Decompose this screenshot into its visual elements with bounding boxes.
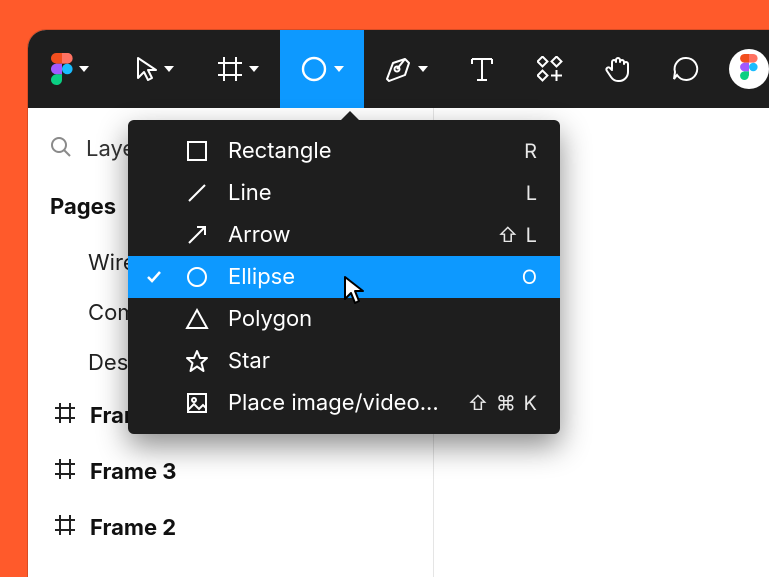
menu-label: Rectangle: [228, 138, 508, 164]
frame-icon: [54, 402, 76, 430]
rectangle-icon: [182, 139, 212, 163]
figma-logo-icon: [51, 53, 73, 85]
menu-item-polygon[interactable]: Polygon: [128, 298, 560, 340]
star-icon: [182, 349, 212, 373]
menu-shortcut: O: [522, 265, 538, 289]
menu-item-arrow[interactable]: Arrow ⇧ L: [128, 214, 560, 256]
check-icon: [142, 268, 166, 286]
menu-shortcut: R: [524, 139, 538, 163]
pen-icon: [384, 56, 412, 82]
ellipse-icon: [182, 265, 212, 289]
shape-tool-button[interactable]: [280, 30, 364, 108]
frame-icon: [217, 56, 243, 82]
hand-icon: [604, 55, 632, 83]
frame-tool-button[interactable]: [196, 30, 280, 108]
chevron-down-icon: [249, 66, 259, 72]
menu-label: Ellipse: [228, 264, 506, 290]
layer-label: Frame 3: [90, 459, 177, 485]
chevron-down-icon: [79, 66, 89, 72]
layer-item[interactable]: Frame 3: [28, 444, 433, 500]
text-icon: [470, 56, 494, 82]
layer-label: Frame 2: [90, 515, 176, 541]
pen-tool-button[interactable]: [364, 30, 448, 108]
hand-tool-button[interactable]: [584, 30, 652, 108]
menu-shortcut: ⇧ L: [497, 223, 538, 247]
cursor-icon: [134, 56, 158, 82]
menu-label: Arrow: [228, 222, 481, 248]
comment-tool-button[interactable]: [652, 30, 720, 108]
polygon-icon: [182, 307, 212, 331]
search-icon: [50, 136, 72, 162]
menu-label: Polygon: [228, 306, 522, 332]
image-icon: [182, 391, 212, 415]
menu-item-ellipse[interactable]: Ellipse O: [128, 256, 560, 298]
menu-shortcut: L: [526, 181, 538, 205]
chevron-down-icon: [164, 66, 174, 72]
resources-icon: [537, 56, 563, 82]
layer-item[interactable]: Frame 2: [28, 500, 433, 556]
user-avatar[interactable]: [729, 49, 769, 89]
chevron-down-icon: [334, 66, 344, 72]
arrow-icon: [182, 223, 212, 247]
chevron-down-icon: [418, 66, 428, 72]
top-toolbar: [28, 30, 769, 108]
menu-label: Place image/video...: [228, 390, 452, 416]
figma-logo-icon: [740, 54, 758, 84]
menu-label: Star: [228, 348, 522, 374]
menu-item-rectangle[interactable]: Rectangle R: [128, 130, 560, 172]
ellipse-icon: [300, 55, 328, 83]
menu-item-star[interactable]: Star: [128, 340, 560, 382]
text-tool-button[interactable]: [448, 30, 516, 108]
frame-icon: [54, 458, 76, 486]
frame-icon: [54, 514, 76, 542]
comment-icon: [672, 55, 700, 83]
move-tool-button[interactable]: [112, 30, 196, 108]
resources-tool-button[interactable]: [516, 30, 584, 108]
menu-label: Line: [228, 180, 510, 206]
menu-shortcut: ⇧ ⌘ K: [468, 391, 538, 415]
line-icon: [182, 181, 212, 205]
shape-tool-dropdown: Rectangle R Line L Arrow ⇧ L Ellipse O P…: [128, 120, 560, 434]
menu-item-line[interactable]: Line L: [128, 172, 560, 214]
menu-item-place-image[interactable]: Place image/video... ⇧ ⌘ K: [128, 382, 560, 424]
figma-menu-button[interactable]: [28, 30, 112, 108]
